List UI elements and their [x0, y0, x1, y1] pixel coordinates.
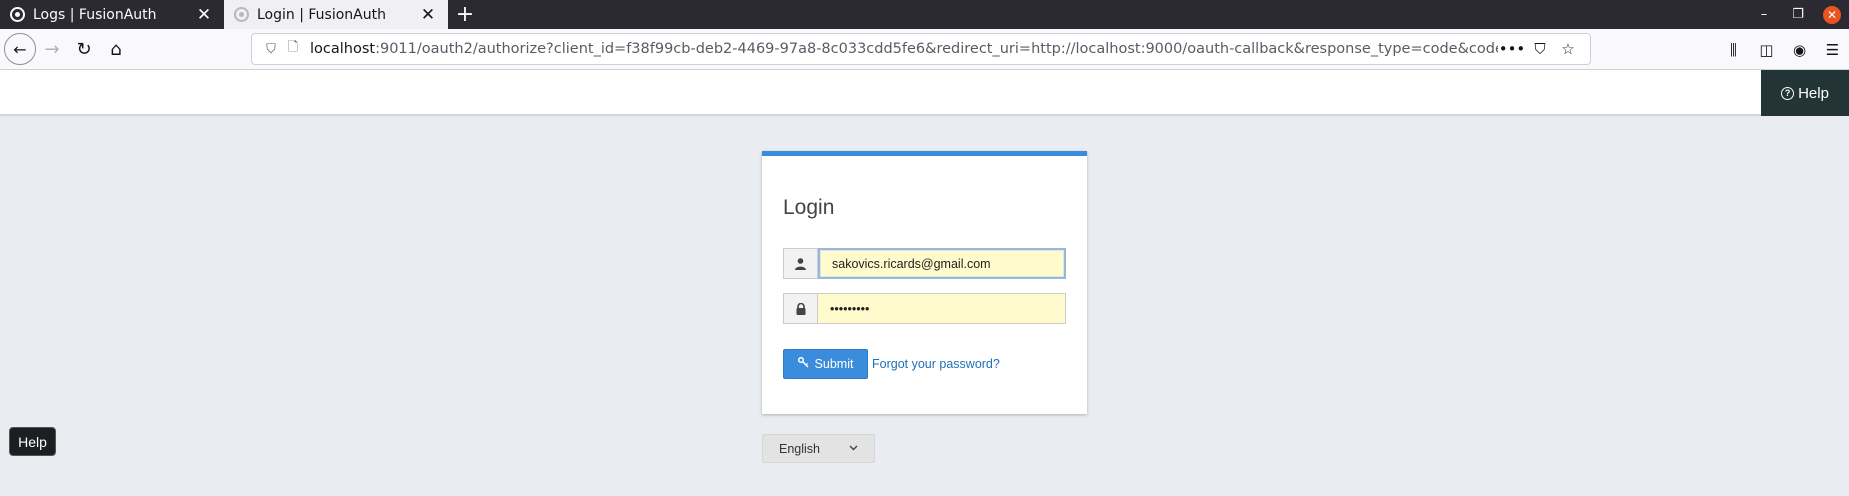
window-close-icon[interactable]: ✕	[1823, 5, 1841, 24]
question-circle-icon: ?	[1781, 86, 1795, 100]
email-field-group	[783, 248, 1066, 279]
page-header: ? Help	[0, 70, 1849, 116]
login-title: Login	[783, 196, 835, 219]
browser-nav-bar: ← → ↻ ⌂ ⛉ 🗋 localhost:9011/oauth2/author…	[0, 29, 1849, 70]
email-input[interactable]	[818, 248, 1066, 279]
language-selected: English	[779, 441, 820, 456]
login-actions: Submit Forgot your password?	[783, 349, 1000, 379]
chevron-down-icon	[849, 443, 858, 454]
tracking-shield-icon[interactable]: ⛉	[260, 42, 282, 57]
browser-tab-bar: Logs | FusionAuth ✕ Login | FusionAuth ✕…	[0, 0, 1849, 29]
language-select[interactable]: English	[762, 434, 875, 463]
help-tooltip: Help	[9, 427, 56, 456]
app-menu-icon[interactable]: ☰	[1816, 34, 1849, 66]
forward-icon[interactable]: →	[36, 33, 68, 65]
password-field-group	[783, 293, 1066, 324]
tab-close-icon[interactable]: ✕	[194, 5, 214, 25]
help-button[interactable]: ? Help	[1761, 70, 1849, 116]
back-icon[interactable]: ←	[4, 33, 36, 65]
tab-title: Logs | FusionAuth	[33, 6, 157, 23]
window-controls: – ❐ ✕	[1747, 0, 1849, 29]
key-icon	[797, 356, 809, 371]
sidebar-icon[interactable]: ◫	[1750, 34, 1783, 66]
minimize-icon[interactable]: –	[1747, 0, 1781, 29]
page-actions-icon[interactable]: •••	[1498, 40, 1526, 58]
submit-button[interactable]: Submit	[783, 349, 868, 379]
tab-title: Login | FusionAuth	[257, 6, 386, 23]
account-icon[interactable]: ◉	[1783, 34, 1816, 66]
lock-icon	[783, 293, 818, 324]
loading-favicon-icon	[234, 7, 249, 22]
forgot-password-link[interactable]: Forgot your password?	[872, 357, 1000, 371]
url-host: localhost	[310, 41, 376, 57]
help-label: Help	[1798, 84, 1829, 102]
new-tab-icon[interactable]: +	[448, 0, 482, 29]
library-icon[interactable]: ⫼	[1717, 34, 1750, 66]
url-text[interactable]: localhost:9011/oauth2/authorize?client_i…	[310, 41, 1498, 57]
page-info-icon[interactable]: 🗋	[282, 38, 304, 60]
submit-label: Submit	[814, 357, 854, 371]
restore-icon[interactable]: ❐	[1781, 0, 1815, 29]
bookmark-star-icon[interactable]: ☆	[1554, 40, 1582, 58]
url-bar[interactable]: ⛉ 🗋 localhost:9011/oauth2/authorize?clie…	[251, 33, 1591, 65]
fusionauth-favicon-icon	[10, 7, 25, 22]
login-panel: Login Submit Forgot your password?	[762, 151, 1087, 414]
tab-close-icon[interactable]: ✕	[418, 5, 438, 25]
pocket-icon[interactable]: ⛉	[1526, 40, 1554, 58]
home-icon[interactable]: ⌂	[100, 33, 132, 65]
password-input[interactable]	[818, 293, 1066, 324]
toolbar-right: ⫼ ◫ ◉ ☰	[1717, 29, 1849, 70]
reload-icon[interactable]: ↻	[68, 33, 100, 65]
tab-login[interactable]: Login | FusionAuth ✕	[224, 0, 448, 29]
url-path: :9011/oauth2/authorize?client_id=f38f99c…	[375, 41, 1498, 57]
user-icon	[783, 248, 818, 279]
tab-logs[interactable]: Logs | FusionAuth ✕	[0, 0, 224, 29]
